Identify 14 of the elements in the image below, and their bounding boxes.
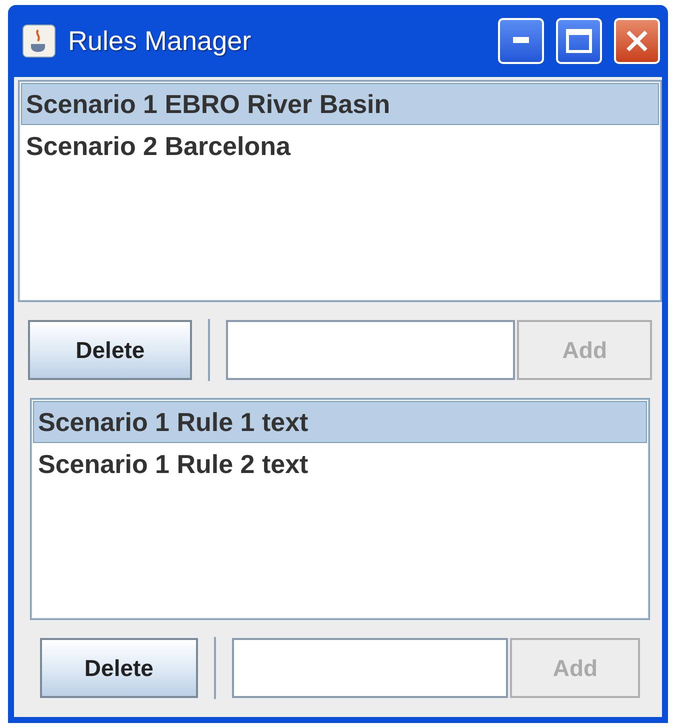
list-item[interactable]: Scenario 1 Rule 1 text xyxy=(33,401,647,443)
window-title: Rules Manager xyxy=(68,26,252,56)
text-field[interactable] xyxy=(226,320,516,380)
cup-icon xyxy=(22,24,56,58)
text-field[interactable] xyxy=(232,638,508,698)
minimize-icon xyxy=(513,37,529,45)
close-icon xyxy=(625,29,649,53)
maximize-button[interactable] xyxy=(556,18,602,64)
close-button[interactable] xyxy=(614,18,660,64)
delete-button[interactable]: Delete xyxy=(28,320,192,380)
maximize-icon xyxy=(566,29,592,53)
list-item[interactable]: Scenario 1 EBRO River Basin xyxy=(21,83,659,125)
delete-button[interactable]: Delete xyxy=(40,638,198,698)
minimize-button[interactable] xyxy=(498,18,544,64)
